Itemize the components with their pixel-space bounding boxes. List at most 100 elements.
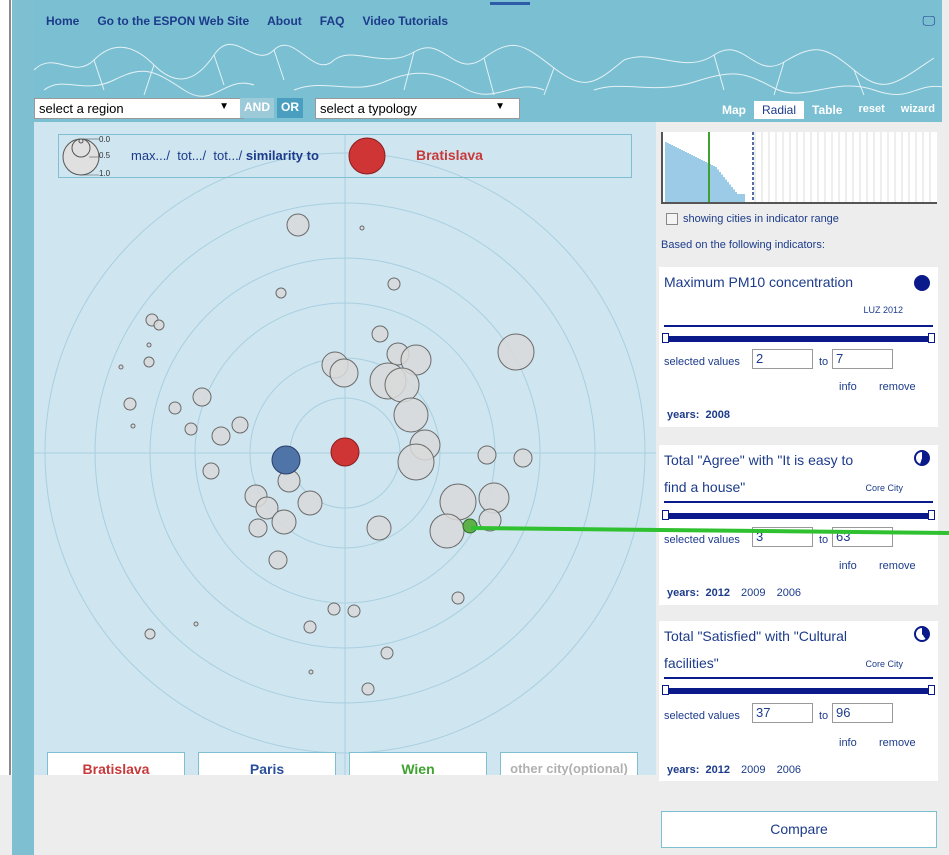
range-slider[interactable] <box>662 685 935 695</box>
city-bubble[interactable] <box>248 518 268 538</box>
city-bubble[interactable] <box>193 621 199 627</box>
year-2008[interactable]: 2008 <box>705 409 729 421</box>
reset-button[interactable]: reset <box>850 101 892 119</box>
range-min-input[interactable]: 2 <box>752 349 813 369</box>
breadcrumb-item[interactable]: tot.../ <box>177 148 206 163</box>
city-bubble[interactable] <box>118 364 124 370</box>
year-2006[interactable]: 2006 <box>777 764 801 776</box>
city-bubble[interactable] <box>429 513 465 549</box>
year-2006[interactable]: 2006 <box>777 587 801 599</box>
city-bubble[interactable] <box>143 356 155 368</box>
city-bubble[interactable] <box>329 358 359 388</box>
city-bubble[interactable] <box>211 426 231 446</box>
city-bubble[interactable] <box>123 397 137 411</box>
city-bubble[interactable] <box>303 620 317 634</box>
city-bubble[interactable] <box>231 416 249 434</box>
histogram-bar <box>685 152 687 202</box>
city-bubble[interactable] <box>361 682 375 696</box>
city-bubble[interactable] <box>347 604 361 618</box>
year-2012[interactable]: 2012 <box>705 587 729 599</box>
city-bubble[interactable] <box>366 515 392 541</box>
years-label: years: <box>667 764 700 776</box>
range-max-input[interactable]: 7 <box>832 349 893 369</box>
remove-link[interactable]: remove <box>879 560 916 572</box>
info-link[interactable]: info <box>839 381 857 393</box>
year-2009[interactable]: 2009 <box>741 764 765 776</box>
range-filter-checkbox[interactable]: showing cities in indicator range <box>666 213 839 225</box>
city-bubble[interactable] <box>202 462 220 480</box>
and-button[interactable]: AND <box>240 98 274 118</box>
range-slider-handle-min[interactable] <box>662 510 669 520</box>
bratislava-bubble[interactable] <box>330 437 360 467</box>
city-bubble[interactable] <box>371 325 389 343</box>
year-2012[interactable]: 2012 <box>705 764 729 776</box>
city-bubble[interactable] <box>271 509 297 535</box>
nav-home[interactable]: Home <box>46 14 79 28</box>
info-link[interactable]: info <box>839 560 857 572</box>
city-bubble[interactable] <box>184 422 198 436</box>
range-min-input[interactable]: 37 <box>752 703 813 723</box>
range-slider-handle-max[interactable] <box>928 510 935 520</box>
tab-radial[interactable]: Radial <box>753 101 805 119</box>
nav-espon-site[interactable]: Go to the ESPON Web Site <box>97 14 249 28</box>
right-scrollbar[interactable] <box>942 0 949 855</box>
city-bubble[interactable] <box>380 646 394 660</box>
city-bubble[interactable] <box>397 443 435 481</box>
range-slider[interactable] <box>662 510 935 520</box>
range-max-input[interactable]: 96 <box>832 703 893 723</box>
histogram-bar <box>715 167 717 202</box>
tv-icon[interactable]: 🖵 <box>922 13 935 29</box>
years-row: years: 2012 2009 2006 <box>664 764 801 776</box>
city-bubble[interactable] <box>144 628 156 640</box>
range-slider-handle-min[interactable] <box>662 333 669 343</box>
city-bubble[interactable] <box>387 277 401 291</box>
histogram-bar <box>691 155 693 202</box>
tab-table[interactable]: Table <box>804 101 850 119</box>
city-bubble[interactable] <box>359 225 365 231</box>
city-bubble[interactable] <box>275 287 287 299</box>
or-button[interactable]: OR <box>277 98 303 118</box>
histogram-bar <box>671 145 673 202</box>
city-bubble[interactable] <box>497 333 535 371</box>
city-bubble[interactable] <box>153 319 165 331</box>
city-bubble[interactable] <box>393 397 429 433</box>
city-bubble[interactable] <box>286 213 310 237</box>
range-slider-handle-max[interactable] <box>928 333 935 343</box>
histogram-bar <box>705 162 707 202</box>
city-bubble[interactable] <box>130 423 136 429</box>
city-bubble[interactable] <box>451 591 465 605</box>
city-bubble[interactable] <box>268 550 288 570</box>
region-select[interactable]: select a region ▼ <box>34 98 244 119</box>
breadcrumb-item[interactable]: tot.../ <box>213 148 242 163</box>
city-bubble[interactable] <box>477 445 497 465</box>
tab-map[interactable]: Map <box>714 101 754 119</box>
year-2009[interactable]: 2009 <box>741 587 765 599</box>
nav-about[interactable]: About <box>267 14 302 28</box>
breadcrumb-item[interactable]: max.../ <box>131 148 170 163</box>
remove-link[interactable]: remove <box>879 737 916 749</box>
paris-bubble[interactable] <box>271 445 301 475</box>
typology-select[interactable]: select a typology ▼ <box>315 98 520 119</box>
city-bubble[interactable] <box>327 602 341 616</box>
city-bubble[interactable] <box>308 669 314 675</box>
range-slider-handle-min[interactable] <box>662 685 669 695</box>
checkbox-box[interactable] <box>666 213 678 225</box>
nav-video-tutorials[interactable]: Video Tutorials <box>362 14 448 28</box>
city-bubble[interactable] <box>297 490 323 516</box>
compare-button[interactable]: Compare <box>661 811 937 848</box>
breadcrumb-current: similarity to <box>245 148 319 163</box>
histogram-bar <box>699 159 701 202</box>
range-slider-handle-max[interactable] <box>928 685 935 695</box>
city-bubble[interactable] <box>478 482 510 514</box>
wizard-button[interactable]: wizard <box>893 101 943 119</box>
range-slider[interactable] <box>662 333 935 343</box>
city-bubble[interactable] <box>192 387 212 407</box>
remove-link[interactable]: remove <box>879 381 916 393</box>
indicator-title: Total "Agree" with "It is easy to <box>664 452 854 468</box>
nav-faq[interactable]: FAQ <box>320 14 345 28</box>
city-bubble[interactable] <box>146 342 152 348</box>
info-link[interactable]: info <box>839 737 857 749</box>
city-bubble[interactable] <box>384 367 420 403</box>
city-bubble[interactable] <box>513 448 533 468</box>
city-bubble[interactable] <box>168 401 182 415</box>
